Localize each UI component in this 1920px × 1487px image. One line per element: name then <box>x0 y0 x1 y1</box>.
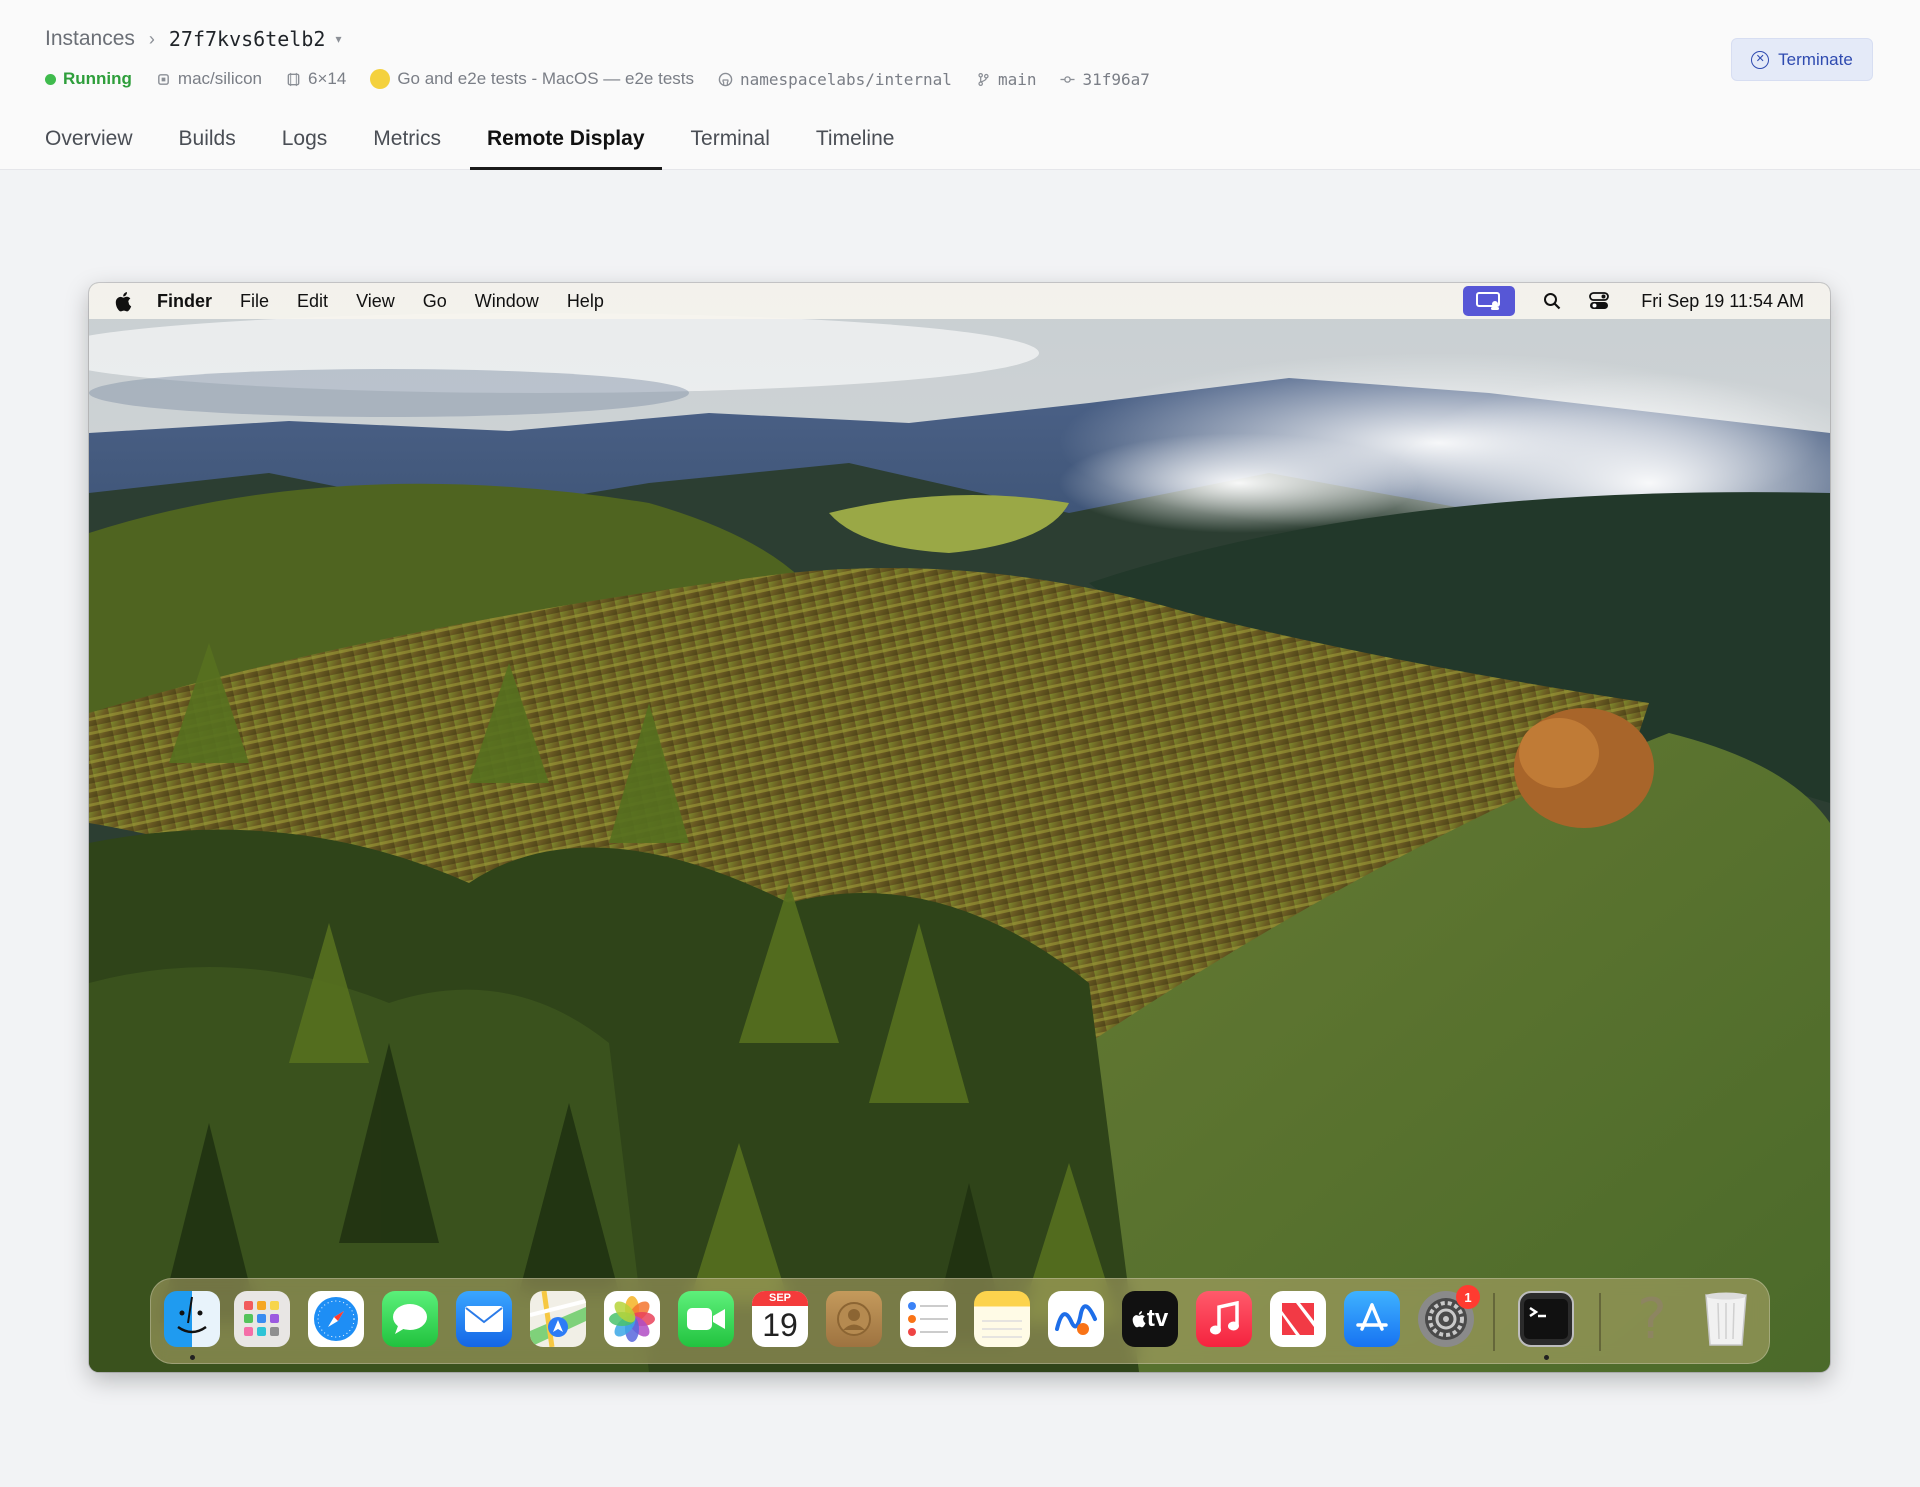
chip-icon <box>156 72 171 87</box>
remote-display-screen[interactable]: Finder File Edit View Go Window Help Fri… <box>89 283 1830 1372</box>
tab-terminal[interactable]: Terminal <box>691 120 770 170</box>
finder-icon[interactable] <box>164 1291 220 1347</box>
desktop-wallpaper <box>89 283 1830 1372</box>
dock-separator <box>1493 1293 1495 1351</box>
screen-sharing-icon[interactable] <box>1463 286 1516 316</box>
branch-text[interactable]: main <box>998 70 1037 89</box>
menubar-clock[interactable]: Fri Sep 19 11:54 AM <box>1641 291 1804 312</box>
tab-bar: Overview Builds Logs Metrics Remote Disp… <box>45 120 940 170</box>
commit-icon <box>1060 72 1075 87</box>
mac-dock: SEP 19 tv 1 ? <box>150 1278 1770 1364</box>
github-icon <box>718 72 733 87</box>
status-dot-icon <box>45 73 56 85</box>
shape-item: 6×14 <box>286 69 346 89</box>
menu-file[interactable]: File <box>240 291 269 312</box>
appstore-icon[interactable] <box>1344 1291 1400 1347</box>
menu-window[interactable]: Window <box>475 291 539 312</box>
repo-item[interactable]: namespacelabs/internal <box>718 70 952 89</box>
freeform-icon[interactable] <box>1048 1291 1104 1347</box>
music-icon[interactable] <box>1196 1291 1252 1347</box>
reminders-icon[interactable] <box>900 1291 956 1347</box>
trash-icon[interactable] <box>1698 1291 1754 1347</box>
platform-item: mac/silicon <box>156 69 262 89</box>
chevron-right-icon: › <box>148 28 155 49</box>
platform-text: mac/silicon <box>177 69 263 88</box>
tab-metrics[interactable]: Metrics <box>373 120 441 170</box>
appletv-icon[interactable]: tv <box>1122 1291 1178 1347</box>
commit-text[interactable]: 31f96a7 <box>1082 70 1149 89</box>
control-center-icon[interactable] <box>1589 292 1610 310</box>
mail-icon[interactable] <box>456 1291 512 1347</box>
instance-header: Instances › 27f7kvs6telb2 ▾ Running mac/… <box>0 0 1920 170</box>
chevron-down-icon[interactable]: ▾ <box>335 32 341 46</box>
terminate-label: Terminate <box>1778 49 1853 69</box>
contacts-icon[interactable] <box>826 1291 882 1347</box>
photos-icon[interactable] <box>604 1291 660 1347</box>
tab-remote-display[interactable]: Remote Display <box>470 120 662 170</box>
close-circle-icon: ✕ <box>1751 50 1770 69</box>
calendar-month: SEP <box>752 1291 808 1306</box>
menu-go[interactable]: Go <box>423 291 447 312</box>
launchpad-icon[interactable] <box>234 1291 290 1347</box>
messages-icon[interactable] <box>382 1291 438 1347</box>
repo-text[interactable]: namespacelabs/internal <box>740 70 952 89</box>
terminal-icon[interactable] <box>1518 1291 1574 1347</box>
status-text: Running <box>63 69 132 88</box>
mac-menubar: Finder File Edit View Go Window Help Fri… <box>89 283 1830 319</box>
branch-item[interactable]: main <box>976 70 1037 89</box>
finder-running-indicator <box>190 1355 195 1360</box>
branch-icon <box>976 72 991 87</box>
appletv-label: tv <box>1146 1305 1169 1332</box>
breadcrumb: Instances › 27f7kvs6telb2 ▾ <box>45 24 341 54</box>
menubar-status-area: Fri Sep 19 11:54 AM <box>1463 283 1804 319</box>
workflow-text[interactable]: Go and e2e tests - MacOS — e2e tests <box>397 69 694 89</box>
terminate-button[interactable]: ✕ Terminate <box>1731 38 1873 81</box>
breadcrumb-instances-link[interactable]: Instances <box>45 27 135 51</box>
commit-item[interactable]: 31f96a7 <box>1060 70 1150 89</box>
help-icon[interactable]: ? <box>1624 1291 1680 1347</box>
terminal-running-indicator <box>1544 1355 1549 1360</box>
shape-text: 6×14 <box>308 69 347 88</box>
safari-icon[interactable] <box>308 1291 364 1347</box>
instance-id[interactable]: 27f7kvs6telb2 <box>169 27 326 51</box>
menu-help[interactable]: Help <box>567 291 604 312</box>
cpu-icon <box>286 72 301 87</box>
menu-view[interactable]: View <box>356 291 395 312</box>
instance-meta: Running mac/silicon 6×14 Go and e2e test… <box>45 66 1174 92</box>
maps-icon[interactable] <box>530 1291 586 1347</box>
tab-timeline[interactable]: Timeline <box>816 120 895 170</box>
menu-edit[interactable]: Edit <box>297 291 328 312</box>
dock-separator <box>1599 1293 1601 1351</box>
workflow-item[interactable]: Go and e2e tests - MacOS — e2e tests <box>370 69 694 89</box>
tab-logs[interactable]: Logs <box>282 120 328 170</box>
facetime-icon[interactable] <box>678 1291 734 1347</box>
news-icon[interactable] <box>1270 1291 1326 1347</box>
workflow-badge-icon <box>370 69 391 89</box>
menu-finder[interactable]: Finder <box>157 291 212 312</box>
calendar-day: 19 <box>762 1307 798 1343</box>
spotlight-search-icon[interactable] <box>1543 292 1561 310</box>
tab-overview[interactable]: Overview <box>45 120 133 170</box>
status-badge: Running <box>45 69 132 89</box>
notes-icon[interactable] <box>974 1291 1030 1347</box>
apple-logo-icon[interactable] <box>115 291 133 312</box>
notification-badge: 1 <box>1456 1285 1480 1309</box>
tab-builds[interactable]: Builds <box>179 120 236 170</box>
calendar-icon[interactable]: SEP 19 <box>752 1291 808 1347</box>
